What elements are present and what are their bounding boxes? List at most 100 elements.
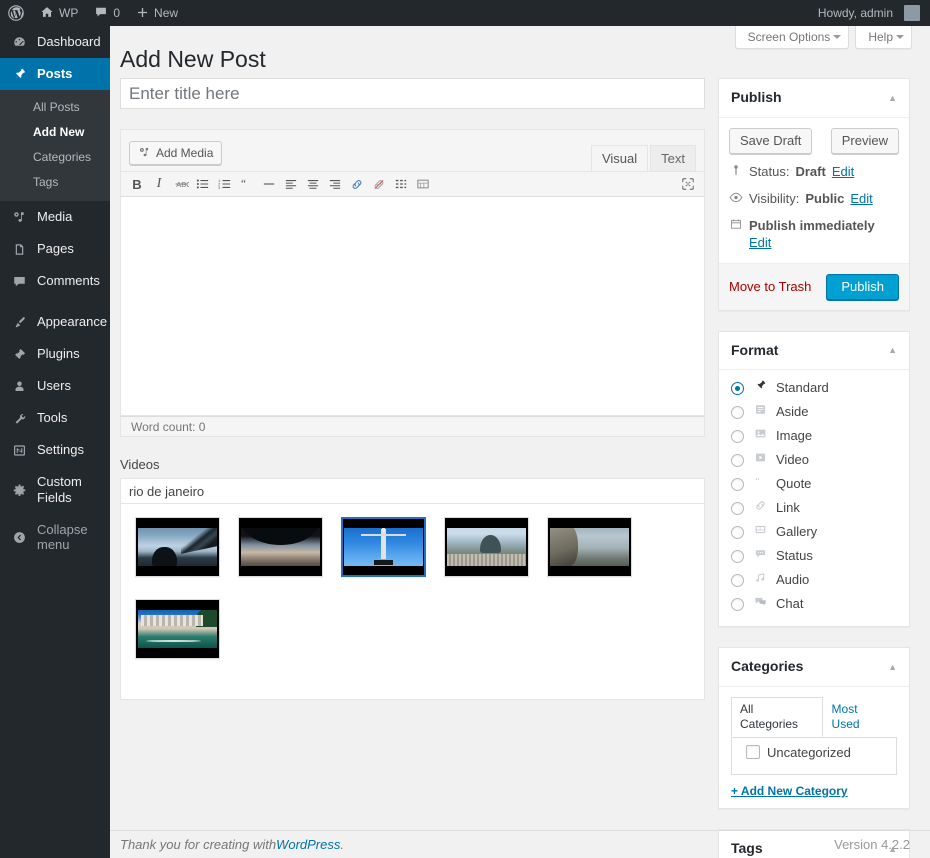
post-body-columns: Add Media Visual Text B I ABC <box>120 78 910 858</box>
format-option-standard[interactable]: Standard <box>731 376 897 400</box>
format-label: Video <box>776 452 810 468</box>
sidebar-item-appearance[interactable]: Appearance <box>0 306 110 338</box>
comments-bubble-menu[interactable]: 0 <box>86 0 128 26</box>
radio-aside[interactable] <box>731 405 744 419</box>
post-title-input[interactable] <box>120 78 705 109</box>
sidebar-item-posts[interactable]: Posts <box>0 58 118 90</box>
format-metabox-header[interactable]: Format ▲ <box>719 332 909 371</box>
align-right-icon[interactable] <box>325 175 345 193</box>
tab-all-categories[interactable]: All Categories <box>731 696 823 737</box>
my-account-menu[interactable]: Howdy, admin <box>810 0 930 26</box>
admin-sidebar-menu: Dashboard Posts All Posts Add New Catego… <box>0 26 118 858</box>
editor-toolbar-top: Add Media Visual Text <box>120 129 705 172</box>
horizontal-rule-icon[interactable] <box>259 175 279 193</box>
edit-status-link[interactable]: Edit <box>832 163 854 180</box>
format-option-link[interactable]: Link <box>731 496 897 520</box>
add-media-button[interactable]: Add Media <box>129 141 223 165</box>
preview-button[interactable]: Preview <box>830 127 899 154</box>
sidebar-item-pages[interactable]: Pages <box>0 233 110 265</box>
video-thumbnail-copacabana-beach[interactable] <box>135 599 220 659</box>
kitchen-sink-icon[interactable] <box>413 175 433 193</box>
read-more-icon[interactable] <box>391 175 411 193</box>
wordpress-link[interactable]: WordPress <box>276 837 340 852</box>
radio-status[interactable] <box>731 549 744 563</box>
word-count-label: Word count: 0 <box>131 420 206 434</box>
unlink-icon[interactable] <box>369 175 389 193</box>
bulleted-list-icon[interactable] <box>193 175 213 193</box>
submenu-item-tags[interactable]: Tags <box>0 170 110 195</box>
collapse-menu-button[interactable]: Collapse menu <box>0 514 110 560</box>
publish-button[interactable]: Publish <box>826 273 899 300</box>
submenu-item-add-new[interactable]: Add New <box>0 120 110 145</box>
video-thumbnail-sugarloaf-cable-car[interactable] <box>135 517 220 577</box>
format-label: Link <box>776 500 800 516</box>
radio-gallery[interactable] <box>731 525 744 539</box>
sidebar-item-comments[interactable]: Comments <box>0 265 110 297</box>
save-draft-button[interactable]: Save Draft <box>729 127 813 154</box>
format-option-audio[interactable]: Audio <box>731 568 897 592</box>
sidebar-item-dashboard[interactable]: Dashboard <box>0 26 110 58</box>
help-button[interactable]: Help <box>855 26 912 49</box>
format-option-chat[interactable]: Chat <box>731 592 897 616</box>
submenu-item-all-posts[interactable]: All Posts <box>0 95 110 120</box>
tab-text[interactable]: Text <box>650 145 696 172</box>
italic-icon[interactable]: I <box>149 175 169 193</box>
new-content-menu[interactable]: New <box>128 0 186 26</box>
checkbox-uncategorized[interactable] <box>746 745 760 760</box>
strikethrough-icon[interactable]: ABC <box>171 175 191 193</box>
video-thumbnail-rock-face-coastline[interactable] <box>547 517 632 577</box>
category-item-uncategorized[interactable]: Uncategorized <box>740 745 888 760</box>
post-body-main-column: Add Media Visual Text B I ABC <box>120 78 705 858</box>
status-icon <box>752 547 768 565</box>
blockquote-icon[interactable]: “ <box>237 175 257 193</box>
publish-metabox-title: Publish <box>731 89 782 105</box>
publish-metabox-header[interactable]: Publish ▲ <box>719 79 909 118</box>
radio-video[interactable] <box>731 453 744 467</box>
sidebar-item-settings[interactable]: Settings <box>0 434 110 466</box>
edit-schedule-link[interactable]: Edit <box>749 235 771 250</box>
submenu-item-categories[interactable]: Categories <box>0 145 110 170</box>
radio-quote[interactable] <box>731 477 744 491</box>
radio-audio[interactable] <box>731 573 744 587</box>
editor-content-area[interactable] <box>120 197 705 416</box>
categories-metabox-header[interactable]: Categories ▲ <box>719 648 909 687</box>
format-option-video[interactable]: Video <box>731 448 897 472</box>
categories-checklist[interactable]: Uncategorized <box>731 736 897 775</box>
align-center-icon[interactable] <box>303 175 323 193</box>
video-thumbnail-christ-the-redeemer[interactable] <box>341 517 426 577</box>
radio-image[interactable] <box>731 429 744 443</box>
format-option-image[interactable]: Image <box>731 424 897 448</box>
tab-visual[interactable]: Visual <box>590 145 649 172</box>
category-label: Uncategorized <box>767 744 851 760</box>
align-left-icon[interactable] <box>281 175 301 193</box>
chevron-up-icon[interactable]: ▲ <box>888 345 897 355</box>
radio-standard[interactable] <box>731 381 744 395</box>
fullscreen-icon[interactable] <box>678 175 698 193</box>
site-name-menu[interactable]: WP <box>32 0 86 26</box>
sidebar-item-tools[interactable]: Tools <box>0 402 110 434</box>
radio-link[interactable] <box>731 501 744 515</box>
screen-options-button[interactable]: Screen Options <box>734 26 850 49</box>
sidebar-item-plugins[interactable]: Plugins <box>0 338 110 370</box>
chevron-up-icon[interactable]: ▲ <box>888 662 897 672</box>
tab-most-used[interactable]: Most Used <box>823 697 897 737</box>
move-to-trash-link[interactable]: Move to Trash <box>729 279 811 294</box>
insert-link-icon[interactable] <box>347 175 367 193</box>
chevron-up-icon[interactable]: ▲ <box>888 93 897 103</box>
video-thumbnail-aerial-rio-overhang[interactable] <box>238 517 323 577</box>
numbered-list-icon[interactable]: 123 <box>215 175 235 193</box>
sidebar-item-media[interactable]: Media <box>0 201 110 233</box>
edit-visibility-link[interactable]: Edit <box>850 190 872 207</box>
format-option-aside[interactable]: Aside <box>731 400 897 424</box>
radio-chat[interactable] <box>731 597 744 611</box>
format-option-gallery[interactable]: Gallery <box>731 520 897 544</box>
videos-search-input[interactable] <box>121 479 704 504</box>
wordpress-logo-menu[interactable] <box>0 0 32 26</box>
sidebar-item-users[interactable]: Users <box>0 370 110 402</box>
bold-icon[interactable]: B <box>127 175 147 193</box>
format-option-status[interactable]: Status <box>731 544 897 568</box>
video-thumbnail-guanabara-bay-panorama[interactable] <box>444 517 529 577</box>
sidebar-item-custom-fields[interactable]: Custom Fields <box>0 466 110 514</box>
add-new-category-link[interactable]: + Add New Category <box>731 784 848 798</box>
format-option-quote[interactable]: “ Quote <box>731 472 897 496</box>
